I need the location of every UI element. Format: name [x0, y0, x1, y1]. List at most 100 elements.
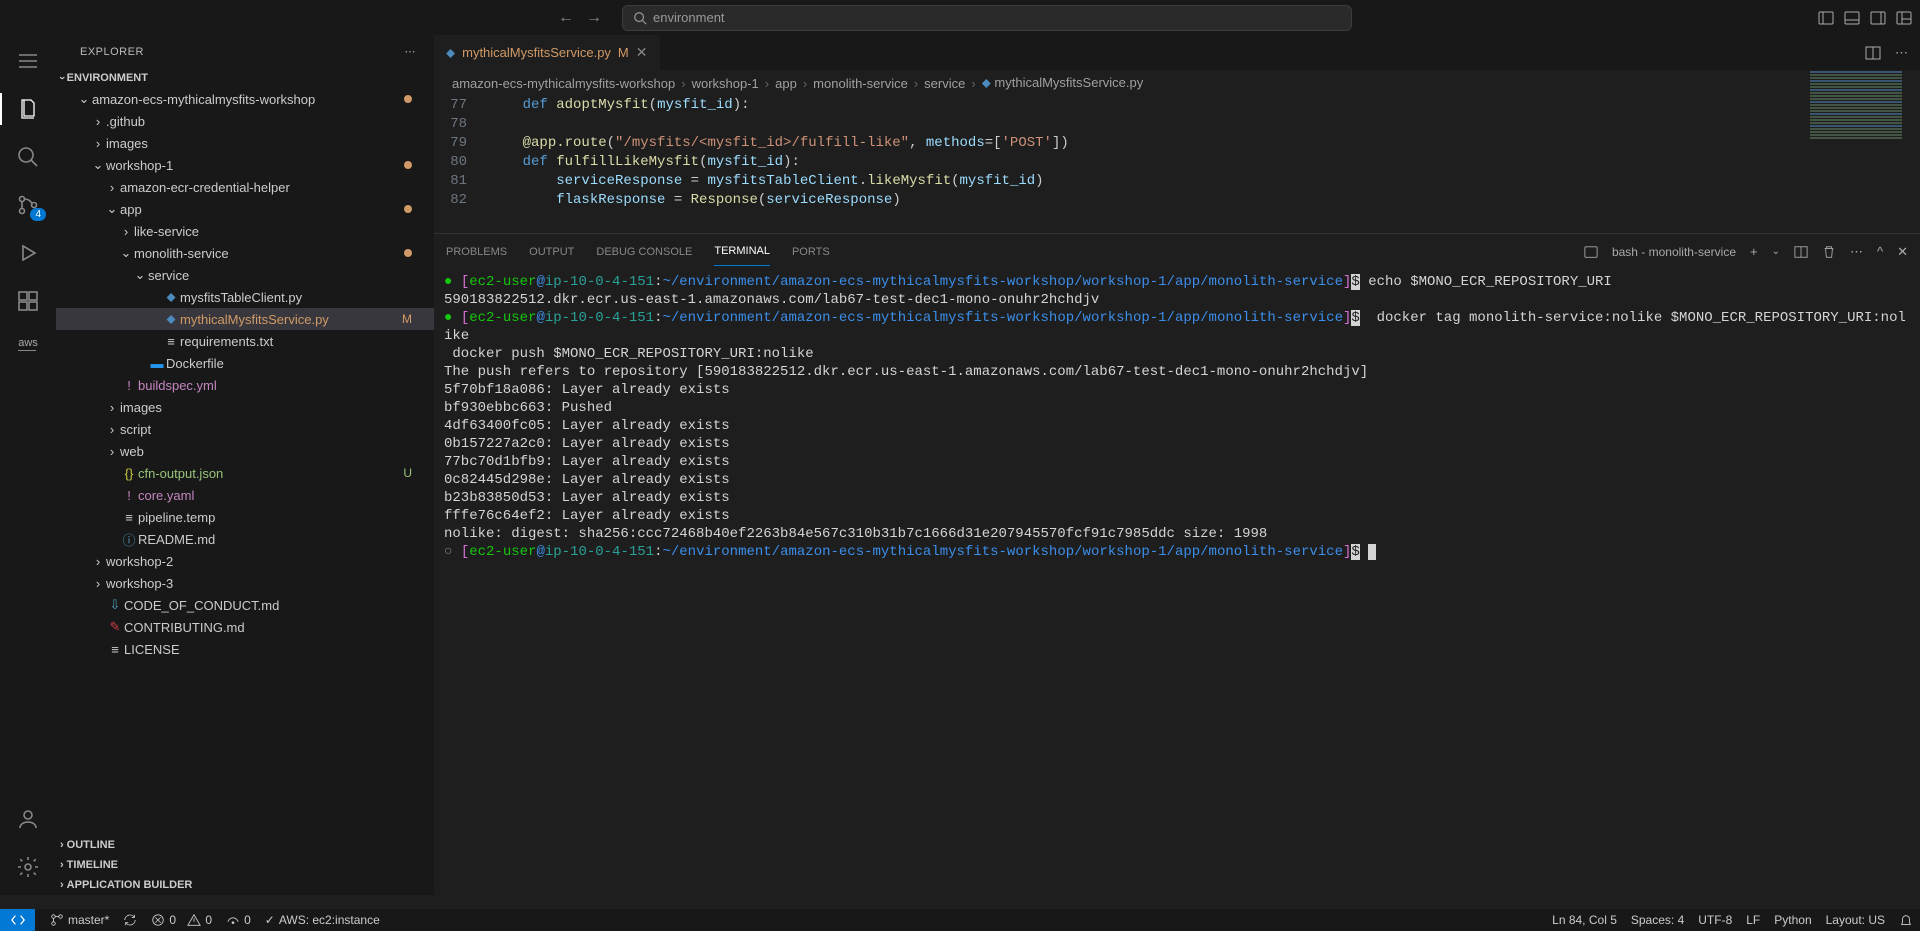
remote-indicator[interactable]: [0, 909, 35, 931]
ports[interactable]: 0: [219, 913, 258, 927]
breadcrumb-item[interactable]: app: [775, 76, 797, 91]
tab-debug-console[interactable]: DEBUG CONSOLE: [596, 238, 692, 266]
section-outline[interactable]: ›OUTLINE: [56, 835, 434, 855]
scm-icon[interactable]: 4: [16, 193, 40, 217]
folder-item[interactable]: ›images: [56, 396, 434, 418]
chevron-right-icon: ›: [60, 859, 64, 871]
chevron-right-icon: ›: [60, 879, 64, 891]
layout-panel-icon[interactable]: [1844, 10, 1860, 26]
breadcrumb-item[interactable]: amazon-ecs-mythicalmysfits-workshop: [452, 76, 675, 91]
folder-item[interactable]: ›web: [56, 440, 434, 462]
close-panel-icon[interactable]: ✕: [1897, 244, 1908, 260]
indentation[interactable]: Spaces: 4: [1624, 913, 1691, 927]
settings-icon[interactable]: [16, 855, 40, 879]
tab-label: mythicalMysfitsService.py: [462, 45, 611, 60]
close-icon[interactable]: ✕: [636, 44, 648, 61]
section-timeline[interactable]: ›TIMELINE: [56, 855, 434, 875]
notifications-icon[interactable]: [1892, 913, 1920, 927]
panel-more-icon[interactable]: ⋯: [1850, 244, 1863, 260]
aws-icon[interactable]: aws: [18, 337, 38, 351]
command-center[interactable]: environment: [622, 5, 1352, 31]
minimap[interactable]: [1806, 70, 1906, 210]
chevron-right-icon: ›: [60, 839, 64, 851]
folder-item[interactable]: ⌄monolith-service: [56, 242, 434, 264]
folder-item[interactable]: ›script: [56, 418, 434, 440]
python-icon: ⬥: [446, 45, 455, 61]
section-environment[interactable]: › ENVIRONMENT: [56, 68, 434, 88]
folder-item[interactable]: ›like-service: [56, 220, 434, 242]
tab-output[interactable]: OUTPUT: [529, 238, 574, 266]
folder-item[interactable]: ›workshop-2: [56, 550, 434, 572]
breadcrumb-item[interactable]: workshop-1: [692, 76, 759, 91]
section-appbuilder[interactable]: ›APPLICATION BUILDER: [56, 875, 434, 895]
extensions-icon[interactable]: [16, 289, 40, 313]
tab-terminal[interactable]: TERMINAL: [714, 237, 770, 266]
folder-item[interactable]: ›images: [56, 132, 434, 154]
chevron-down-icon: ›: [56, 76, 68, 80]
explorer-icon[interactable]: [16, 97, 40, 121]
tab-active[interactable]: ⬥ mythicalMysfitsService.py M ✕: [434, 35, 661, 70]
editor-area: ⬥ mythicalMysfitsService.py M ✕ ⋯ amazon…: [434, 35, 1920, 895]
editor-tabs: ⬥ mythicalMysfitsService.py M ✕ ⋯: [434, 35, 1920, 70]
file-item[interactable]: ▬Dockerfile: [56, 352, 434, 374]
breadcrumb-item[interactable]: ⬥ mythicalMysfitsService.py: [982, 75, 1144, 91]
terminal-content[interactable]: ● [ec2-user@ip-10-0-4-151:~/environment/…: [434, 269, 1920, 895]
folder-item[interactable]: ›amazon-ecr-credential-helper: [56, 176, 434, 198]
errors-warnings[interactable]: 0 0: [144, 913, 219, 927]
encoding[interactable]: UTF-8: [1691, 913, 1739, 927]
activity-bar: 4 aws: [0, 35, 56, 895]
file-item[interactable]: ≡LICENSE: [56, 638, 434, 660]
aws-status[interactable]: ✓AWS: ec2:instance: [258, 913, 387, 927]
folder-item[interactable]: ›workshop-3: [56, 572, 434, 594]
folder-item[interactable]: ⌄app: [56, 198, 434, 220]
debug-nav-icon[interactable]: [16, 241, 40, 265]
git-branch[interactable]: master*: [43, 913, 116, 927]
file-item[interactable]: {}cfn-output.jsonU: [56, 462, 434, 484]
search-nav-icon[interactable]: [16, 145, 40, 169]
file-item[interactable]: ✎CONTRIBUTING.md: [56, 616, 434, 638]
breadcrumb-item[interactable]: service: [924, 76, 965, 91]
git-sync[interactable]: [116, 913, 144, 927]
editor-more-icon[interactable]: ⋯: [1895, 45, 1908, 61]
menu-icon[interactable]: [16, 49, 40, 73]
folder-item[interactable]: ⌄amazon-ecs-mythicalmysfits-workshop: [56, 88, 434, 110]
file-item[interactable]: ≡pipeline.temp: [56, 506, 434, 528]
split-editor-icon[interactable]: [1865, 45, 1881, 61]
title-bar: ← → environment: [0, 0, 1920, 35]
file-item[interactable]: ⇩CODE_OF_CONDUCT.md: [56, 594, 434, 616]
split-terminal-icon[interactable]: [1794, 245, 1808, 259]
eol[interactable]: LF: [1739, 913, 1767, 927]
keyboard-layout[interactable]: Layout: US: [1819, 913, 1892, 927]
terminal-label[interactable]: bash - monolith-service: [1612, 245, 1736, 259]
language-mode[interactable]: Python: [1767, 913, 1818, 927]
folder-item[interactable]: ⌄service: [56, 264, 434, 286]
maximize-panel-icon[interactable]: ^: [1877, 244, 1883, 259]
cursor-position[interactable]: Ln 84, Col 5: [1545, 913, 1624, 927]
new-terminal-icon[interactable]: +: [1750, 244, 1758, 259]
tab-ports[interactable]: PORTS: [792, 238, 830, 266]
tab-problems[interactable]: PROBLEMS: [446, 238, 507, 266]
nav-back-icon[interactable]: ←: [558, 9, 574, 27]
folder-item[interactable]: ⌄workshop-1: [56, 154, 434, 176]
layout-sidebar-right-icon[interactable]: [1870, 10, 1886, 26]
file-item[interactable]: !buildspec.yml: [56, 374, 434, 396]
breadcrumb[interactable]: amazon-ecs-mythicalmysfits-workshop›work…: [434, 70, 1920, 96]
file-item[interactable]: ⬥mysfitsTableClient.py: [56, 286, 434, 308]
layout-sidebar-left-icon[interactable]: [1818, 10, 1834, 26]
explorer-sidebar: EXPLORER ⋯ › ENVIRONMENT ⌄amazon-ecs-myt…: [56, 35, 434, 895]
file-item[interactable]: !core.yaml: [56, 484, 434, 506]
file-item[interactable]: ⓘREADME.md: [56, 528, 434, 550]
breadcrumb-item[interactable]: monolith-service: [813, 76, 908, 91]
layout-customize-icon[interactable]: [1896, 10, 1912, 26]
file-item[interactable]: ⬥mythicalMysfitsService.pyM: [56, 308, 434, 330]
sidebar-more-icon[interactable]: ⋯: [405, 45, 417, 58]
terminal-dropdown-icon[interactable]: ⌄: [1772, 246, 1780, 257]
code-editor[interactable]: 77 def adoptMysfit(mysfit_id):7879 @app.…: [434, 96, 1920, 233]
status-bar: master* 0 0 0 ✓AWS: ec2:instance Ln 84, …: [0, 909, 1920, 931]
account-icon[interactable]: [16, 807, 40, 831]
kill-terminal-icon[interactable]: [1822, 245, 1836, 259]
nav-forward-icon[interactable]: →: [586, 9, 602, 27]
file-tree: ⌄amazon-ecs-mythicalmysfits-workshop›.gi…: [56, 88, 434, 835]
file-item[interactable]: ≡requirements.txt: [56, 330, 434, 352]
folder-item[interactable]: ›.github: [56, 110, 434, 132]
